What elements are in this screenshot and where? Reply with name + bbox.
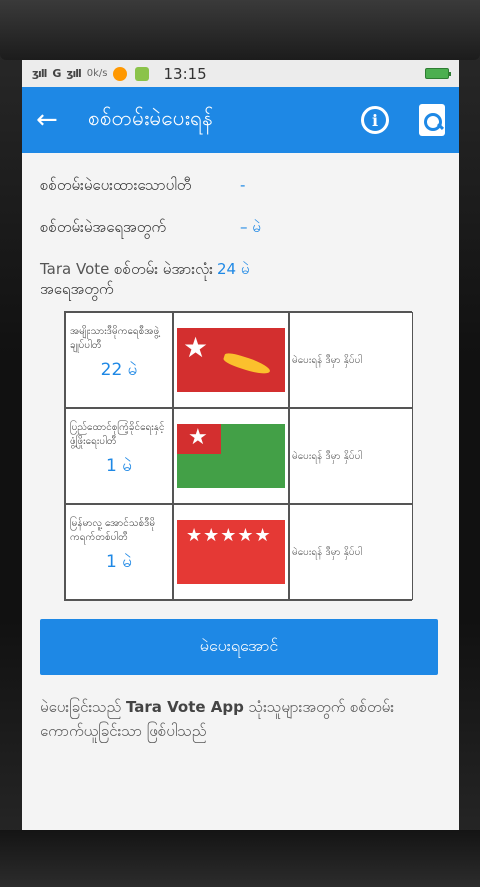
party-votes: 1 မဲ	[106, 456, 132, 476]
disclaimer-pre: မဲပေးခြင်းသည်	[40, 698, 126, 716]
survey-content: စစ်တမ်းမဲပေးထားသောပါတီ - စစ်တမ်းမဲအရေအတွ…	[22, 175, 459, 743]
party-table: အမျိုးသားဒီမိုကရေစီအဖွဲ့ ချုပ်ပါတီ 22 မဲ…	[64, 311, 413, 601]
total-votes-row: Tara Vote စစ်တမ်း မဲအားလုံး 24 မဲ အရေအတွက…	[40, 259, 285, 299]
party-votes: 1 မဲ	[106, 552, 132, 572]
app-notification-icon	[135, 66, 150, 81]
document-search-icon[interactable]	[419, 104, 445, 136]
notification-icon	[113, 66, 128, 81]
vote-count-value: – မဲ	[240, 218, 261, 236]
disclaimer-app-name: Tara Vote App	[125, 698, 244, 716]
usdp-flag-icon: ★	[177, 424, 285, 488]
party-flag-cell: ★	[173, 408, 289, 504]
party-flag-cell: ★	[173, 312, 289, 408]
phone-frame: ʒıll G ʒıll 0k/s 13:15 ← စစ်တမ်းမဲပေးရန်…	[0, 0, 480, 887]
status-bar: ʒıll G ʒıll 0k/s 13:15	[22, 60, 459, 87]
nld-flag-icon: ★	[177, 328, 285, 392]
party-flag-cell: ★★★★★	[173, 504, 289, 600]
peacock-icon	[222, 350, 272, 378]
total-votes-label-2: အရေအတွက်	[40, 280, 114, 298]
party-name-cell: မြန်မာလူ့ အောင်သစ်ဒီမိုကရက်တစ်ပါတီ 1 မဲ	[65, 504, 173, 600]
voted-party-label: စစ်တမ်းမဲပေးထားသောပါတီ	[40, 176, 192, 194]
vote-action-label[interactable]: မဲပေးရန် ဒီမှာ နှိပ်ပါ	[292, 545, 362, 560]
party-name-cell: ပြည်ထောင်စုကြံ့ခိုင်ရေးနှင့် ဖွံ့ဖြိုးရေ…	[65, 408, 173, 504]
party-name: မြန်မာလူ့ အောင်သစ်ဒီမိုကရက်တစ်ပါတီ	[70, 518, 156, 543]
voted-party-value: -	[240, 176, 246, 194]
clock: 13:15	[163, 64, 207, 83]
app-bar: ← စစ်တမ်းမဲပေးရန် i	[22, 87, 459, 153]
flag-canton: ★	[177, 424, 221, 454]
star-icon: ★	[183, 331, 209, 364]
vote-count-label: စစ်တမ်းမဲအရေအတွက်	[40, 218, 167, 236]
total-votes-value: 24 မဲ	[216, 260, 250, 278]
phone-bezel-top	[0, 0, 480, 60]
star-icon: ★	[188, 425, 208, 450]
total-votes-label: စစ်တမ်း မဲအားလုံး	[109, 260, 213, 278]
vote-count-row: စစ်တမ်းမဲအရေအတွက် – မဲ	[40, 217, 441, 237]
party-name-cell: အမျိုးသားဒီမိုကရေစီအဖွဲ့ ချုပ်ပါတီ 22 မဲ	[65, 312, 173, 408]
five-stars-icon: ★★★★★	[186, 525, 272, 546]
voted-party-row: စစ်တမ်းမဲပေးထားသောပါတီ -	[40, 175, 441, 195]
vote-action-cell[interactable]: မဲပေးရန် ဒီမှာ နှိပ်ပါ	[289, 408, 413, 504]
phone-bezel-bottom	[0, 830, 480, 887]
vote-action-cell[interactable]: မဲပေးရန် ဒီမှာ နှိပ်ပါ	[289, 504, 413, 600]
network-speed: 0k/s	[86, 68, 108, 79]
vote-action-label[interactable]: မဲပေးရန် ဒီမှာ နှိပ်ပါ	[292, 449, 362, 464]
disclaimer-text: မဲပေးခြင်းသည် Tara Vote App သုံးသူများအတ…	[40, 695, 440, 743]
battery-icon	[425, 68, 451, 79]
vote-action-cell[interactable]: မဲပေးရန် ဒီမှာ နှိပ်ပါ	[289, 312, 413, 408]
vote-button[interactable]: မဲပေးရအောင်	[40, 619, 438, 675]
party-votes: 22 မဲ	[100, 360, 138, 380]
brand-name: Tara Vote	[40, 260, 110, 278]
signal-icon-2: ʒıll	[66, 67, 81, 80]
signal-icon: ʒıll	[32, 67, 47, 80]
page-title: စစ်တမ်းမဲပေးရန်	[88, 105, 214, 130]
party-name: ပြည်ထောင်စုကြံ့ခိုင်ရေးနှင့် ဖွံ့ဖြိုးရေ…	[70, 422, 165, 447]
fdp-flag-icon: ★★★★★	[177, 520, 285, 584]
party-name: အမျိုးသားဒီမိုကရေစီအဖွဲ့ ချုပ်ပါတီ	[70, 326, 160, 351]
vote-action-label[interactable]: မဲပေးရန် ဒီမှာ နှိပ်ပါ	[292, 353, 362, 368]
info-icon[interactable]: i	[361, 106, 389, 134]
carrier-label: G	[52, 67, 61, 80]
back-arrow-icon[interactable]: ←	[36, 107, 76, 133]
app-screen: ʒıll G ʒıll 0k/s 13:15 ← စစ်တမ်းမဲပေးရန်…	[22, 60, 459, 830]
